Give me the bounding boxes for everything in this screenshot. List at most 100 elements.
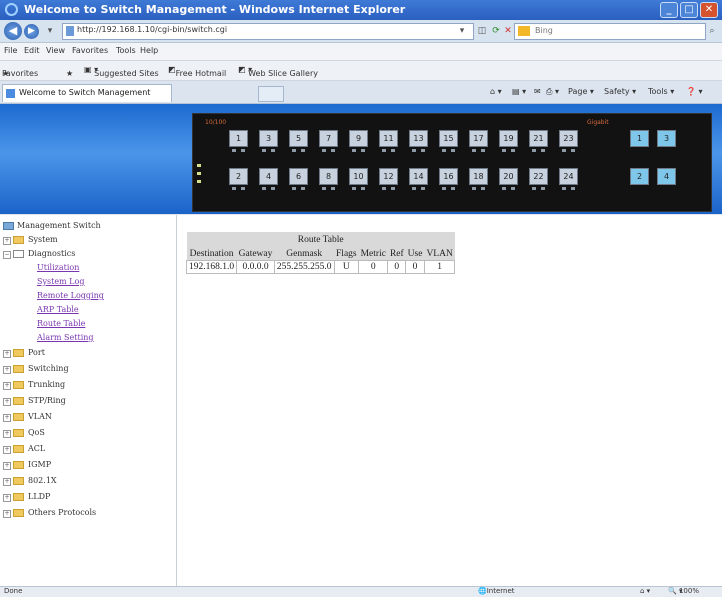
menu-file[interactable]: File: [4, 46, 17, 55]
ethernet-port[interactable]: 24: [559, 168, 578, 185]
tree-folder-port[interactable]: + Port: [0, 347, 176, 359]
expand-icon[interactable]: +: [3, 382, 11, 390]
tree-folder-vlan[interactable]: + VLAN: [0, 411, 176, 423]
feeds-icon[interactable]: ▤ ▾: [512, 87, 526, 96]
ethernet-port[interactable]: 23: [559, 130, 578, 147]
diag-link-alarm-setting[interactable]: Alarm Setting: [37, 333, 94, 342]
ethernet-port[interactable]: 4: [259, 168, 278, 185]
ethernet-port[interactable]: 3: [259, 130, 278, 147]
new-tab-button[interactable]: [258, 86, 284, 102]
minimize-button[interactable]: _: [660, 2, 678, 18]
diag-link-utilization[interactable]: Utilization: [37, 263, 79, 272]
ethernet-port[interactable]: 8: [319, 168, 338, 185]
gigabit-port[interactable]: 1: [630, 130, 649, 147]
ethernet-port[interactable]: 21: [529, 130, 548, 147]
collapse-icon[interactable]: −: [3, 251, 11, 259]
suggested-sites-link[interactable]: ▣ Suggested Sites ▾: [84, 65, 159, 78]
tab-switch-management[interactable]: Welcome to Switch Management: [2, 84, 172, 102]
ethernet-port[interactable]: 13: [409, 130, 428, 147]
menu-view[interactable]: View: [46, 46, 65, 55]
diag-link-system-log[interactable]: System Log: [37, 277, 84, 286]
ethernet-port[interactable]: 9: [349, 130, 368, 147]
ethernet-port[interactable]: 14: [409, 168, 428, 185]
ethernet-port[interactable]: 5: [289, 130, 308, 147]
ethernet-port[interactable]: 19: [499, 130, 518, 147]
menu-favorites[interactable]: Favorites: [72, 46, 108, 55]
expand-icon[interactable]: +: [3, 446, 11, 454]
print-icon[interactable]: ⎙ ▾: [546, 87, 559, 97]
tree-folder-qos[interactable]: + QoS: [0, 427, 176, 439]
ethernet-port[interactable]: 16: [439, 168, 458, 185]
ethernet-port[interactable]: 2: [229, 168, 248, 185]
expand-icon[interactable]: +: [3, 350, 11, 358]
tree-folder-stp-ring[interactable]: + STP/Ring: [0, 395, 176, 407]
expand-icon[interactable]: +: [3, 510, 11, 518]
forward-button[interactable]: ▶: [24, 24, 39, 39]
tree-folder-igmp[interactable]: + IGMP: [0, 459, 176, 471]
web-slice-gallery-link[interactable]: ◩ Web Slice Gallery ▾: [238, 65, 318, 78]
tree-folder-others-protocols[interactable]: + Others Protocols: [0, 507, 176, 519]
expand-icon[interactable]: +: [3, 462, 11, 470]
tree-folder-label: Switching: [28, 364, 69, 373]
ethernet-port[interactable]: 22: [529, 168, 548, 185]
ethernet-port[interactable]: 6: [289, 168, 308, 185]
ethernet-port[interactable]: 7: [319, 130, 338, 147]
stop-icon[interactable]: ✕: [502, 25, 514, 37]
ethernet-port[interactable]: 15: [439, 130, 458, 147]
fast-ethernet-label: 10/100: [205, 119, 227, 126]
ethernet-port[interactable]: 17: [469, 130, 488, 147]
refresh-icon[interactable]: ⟳: [490, 25, 502, 37]
gigabit-port[interactable]: 4: [657, 168, 676, 185]
port-led: [412, 187, 416, 190]
menu-edit[interactable]: Edit: [24, 46, 40, 55]
tools-menu[interactable]: Tools ▾: [648, 87, 674, 96]
free-hotmail-link[interactable]: ◩ Free Hotmail: [168, 65, 226, 78]
port-led: [502, 149, 506, 152]
tree-folder-trunking[interactable]: + Trunking: [0, 379, 176, 391]
maximize-button[interactable]: □: [680, 2, 698, 18]
expand-icon[interactable]: +: [3, 430, 11, 438]
diag-link-arp-table[interactable]: ARP Table: [37, 305, 79, 314]
zoom-value: 100%: [678, 587, 699, 595]
diag-link-route-table[interactable]: Route Table: [37, 319, 85, 328]
expand-icon[interactable]: +: [3, 398, 11, 406]
ethernet-port[interactable]: 20: [499, 168, 518, 185]
address-dropdown-icon[interactable]: ▾: [456, 25, 468, 37]
home-icon[interactable]: ⌂ ▾: [490, 87, 502, 96]
help-icon[interactable]: ❓ ▾: [686, 87, 703, 96]
expand-icon[interactable]: +: [3, 414, 11, 422]
gigabit-port[interactable]: 2: [630, 168, 649, 185]
search-box[interactable]: Bing: [514, 23, 706, 40]
diag-link-remote-logging[interactable]: Remote Logging: [37, 291, 104, 300]
ethernet-port[interactable]: 18: [469, 168, 488, 185]
tree-folder-acl[interactable]: + ACL: [0, 443, 176, 455]
search-icon[interactable]: ⌕: [706, 25, 718, 37]
expand-icon[interactable]: +: [3, 478, 11, 486]
protected-mode-icon[interactable]: ⌂ ▾: [640, 587, 650, 595]
tree-folder-label: QoS: [28, 428, 45, 437]
expand-icon[interactable]: +: [3, 366, 11, 374]
close-button[interactable]: ✕: [700, 2, 718, 18]
ethernet-port[interactable]: 1: [229, 130, 248, 147]
safety-menu[interactable]: Safety ▾: [604, 87, 636, 96]
read-mail-icon[interactable]: ✉: [534, 87, 541, 96]
tree-folder-802-1x[interactable]: +802.1X: [0, 475, 176, 487]
expand-icon[interactable]: +: [3, 494, 11, 502]
tree-folder-switching[interactable]: + Switching: [0, 363, 176, 375]
menu-tools[interactable]: Tools: [116, 46, 136, 55]
folder-icon: [13, 461, 24, 469]
ethernet-port[interactable]: 10: [349, 168, 368, 185]
address-bar[interactable]: http://192.168.1.10/cgi-bin/switch.cgi: [62, 23, 474, 40]
gigabit-port[interactable]: 3: [657, 130, 676, 147]
history-dropdown-icon[interactable]: ▾: [44, 25, 56, 37]
tree-folder-lldp[interactable]: + LLDP: [0, 491, 176, 503]
compatibility-icon[interactable]: ◫: [476, 25, 488, 37]
ethernet-port[interactable]: 12: [379, 168, 398, 185]
page-menu[interactable]: Page ▾: [568, 87, 594, 96]
back-button[interactable]: ◀: [4, 22, 22, 40]
menu-help[interactable]: Help: [140, 46, 158, 55]
table-cell: 1: [423, 260, 456, 274]
zoom-level[interactable]: 🔍 100% ▾: [668, 587, 699, 595]
ethernet-port[interactable]: 11: [379, 130, 398, 147]
expand-icon[interactable]: +: [3, 237, 11, 245]
